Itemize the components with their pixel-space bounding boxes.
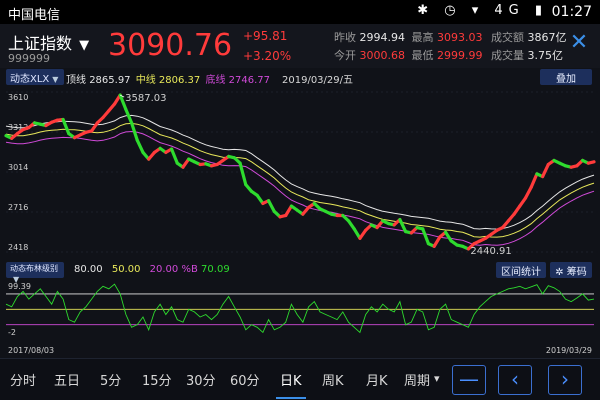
price-segment	[523, 185, 533, 200]
clock: 01:27	[551, 4, 592, 20]
price-segment	[398, 217, 408, 234]
sub-indicator-name: 动态布林级别	[10, 264, 58, 273]
sub-value-2: 50.00	[111, 264, 141, 275]
tab-3[interactable]: 15分	[142, 370, 172, 389]
bottom-line-label: 底线	[205, 75, 226, 86]
volume-value: 3.75亿	[527, 49, 564, 62]
peak-label: 3587.03	[125, 93, 166, 104]
dropdown-triangle-icon: ▼	[79, 38, 90, 53]
turnover-value: 3867亿	[527, 31, 567, 44]
period-tab-bar: 分时 五日 5分 15分 30分 60分 日K 周K 月K 周期 ▾ — ‹ ›	[0, 358, 600, 400]
volume-label: 成交量	[491, 49, 524, 62]
dropdown-triangle-icon: ▼	[52, 75, 59, 84]
status-icons: ✱ ◷ ▾ 4G ▮	[417, 3, 548, 18]
chips-label: 筹码	[566, 267, 587, 278]
quote-header: 上证指数 ▼ 999999 3090.76 +95.81 +3.20% 昨收 2…	[0, 24, 600, 68]
carrier-name: 中国电信	[8, 8, 61, 23]
cursor-date: 2019/03/29/五	[282, 75, 354, 86]
price-segment	[529, 172, 539, 189]
price-segment	[541, 162, 550, 179]
y-tick-label: 3610	[8, 93, 28, 102]
mid-line-label: 中线	[135, 75, 156, 86]
index-name: 上证指数	[8, 34, 73, 53]
y-tick-label: 3014	[8, 163, 28, 172]
sub-indicator-selector[interactable]: 动态布林级别▼	[6, 262, 64, 284]
main-indicator-legend: 顶线 2865.97 中线 2806.37 底线 2746.77	[66, 71, 270, 86]
sub-indicator-chart[interactable]: 99.39 -2 2017/08/03 2019/03/29	[0, 280, 600, 358]
price-change: +95.81	[243, 29, 288, 43]
quote-stats: 昨收 2994.94 最高 3093.03 成交额 3867亿 今开 3000.…	[334, 29, 567, 65]
low-label: 最低	[411, 49, 434, 62]
tab-4[interactable]: 30分	[186, 370, 216, 389]
sub-indicator-legend: 80.00 50.00 20.00 %B 70.09	[74, 264, 230, 275]
price-change-pct: +3.20%	[243, 49, 292, 63]
chips-button[interactable]: ✲ 筹码	[550, 262, 592, 278]
tab-7[interactable]: 周K	[322, 370, 344, 389]
main-kline-chart[interactable]: 361033123014271624183587.032440.91	[0, 86, 600, 260]
sub-value-4-label: %B	[181, 264, 198, 275]
tab-1[interactable]: 五日	[54, 370, 80, 389]
tab-5[interactable]: 60分	[230, 370, 260, 389]
mid-line-value: 2806.37	[158, 75, 201, 86]
y-tick-label: 2418	[8, 243, 28, 252]
chips-icon: ✲	[555, 267, 564, 278]
sub-value-1: 80.00	[74, 264, 103, 275]
sub-y-tick-label: -2	[8, 328, 16, 337]
open-label: 今开	[334, 49, 356, 62]
prev-close-value: 2994.94	[359, 31, 406, 44]
percent-b-line	[5, 283, 595, 334]
main-indicator-selector[interactable]: 动态XLX ▼	[6, 69, 64, 85]
index-selector[interactable]: 上证指数 ▼	[8, 30, 89, 54]
tab-8[interactable]: 月K	[366, 370, 388, 389]
open-value: 3000.68	[359, 49, 406, 62]
index-code: 999999	[8, 52, 50, 65]
turnover-label: 成交额	[491, 31, 524, 44]
last-price: 3090.76	[108, 28, 233, 63]
close-icon[interactable]: ✕	[568, 32, 590, 54]
top-line-value: 2865.97	[89, 75, 131, 86]
tab-2[interactable]: 5分	[100, 370, 121, 389]
tab-9[interactable]: 周期	[404, 370, 430, 389]
status-bar: 中国电信 ✱ ◷ ▾ 4G ▮ 01:27	[0, 0, 600, 24]
low-value: 2999.99	[437, 49, 483, 62]
high-label: 最高	[411, 31, 434, 44]
price-segment	[284, 204, 294, 218]
interval-stats-button[interactable]: 区间统计	[496, 262, 546, 278]
start-date-label: 2017/08/03	[8, 346, 54, 355]
overlay-button[interactable]: 叠加	[540, 69, 592, 85]
top-line-label: 顶线	[66, 75, 86, 86]
price-segment	[586, 160, 596, 165]
bottom-line-value: 2746.77	[228, 75, 271, 86]
price-segment	[135, 138, 145, 155]
price-segment	[169, 147, 179, 165]
y-tick-label: 2716	[8, 203, 28, 212]
end-date-label: 2019/03/29	[546, 346, 592, 355]
price-segment	[432, 235, 442, 248]
price-segment	[267, 199, 276, 214]
main-indicator-bar: 动态XLX ▼ 顶线 2865.97 中线 2806.37 底线 2746.77 …	[0, 68, 600, 86]
tab-0[interactable]: 分时	[10, 370, 36, 389]
zoom-out-button[interactable]: —	[452, 365, 486, 395]
high-value: 3093.03	[437, 31, 483, 44]
trough-label: 2440.91	[470, 246, 511, 257]
prev-close-label: 昨收	[334, 31, 356, 44]
sub-y-tick-label: 99.39	[8, 282, 31, 291]
price-segment	[421, 227, 431, 246]
sub-value-4: 70.09	[201, 264, 230, 275]
active-tab-indicator	[276, 397, 306, 399]
sub-indicator-bar: 动态布林级别▼ 80.00 50.00 20.00 %B 70.09 区间统计 …	[0, 260, 600, 284]
scroll-left-button[interactable]: ‹	[498, 365, 532, 395]
tab-6[interactable]: 日K	[280, 370, 302, 389]
period-dropdown-icon: ▾	[434, 372, 440, 385]
sub-value-3: 20.00	[149, 264, 179, 275]
main-indicator-name: 动态XLX	[10, 74, 50, 85]
scroll-right-button[interactable]: ›	[548, 365, 582, 395]
